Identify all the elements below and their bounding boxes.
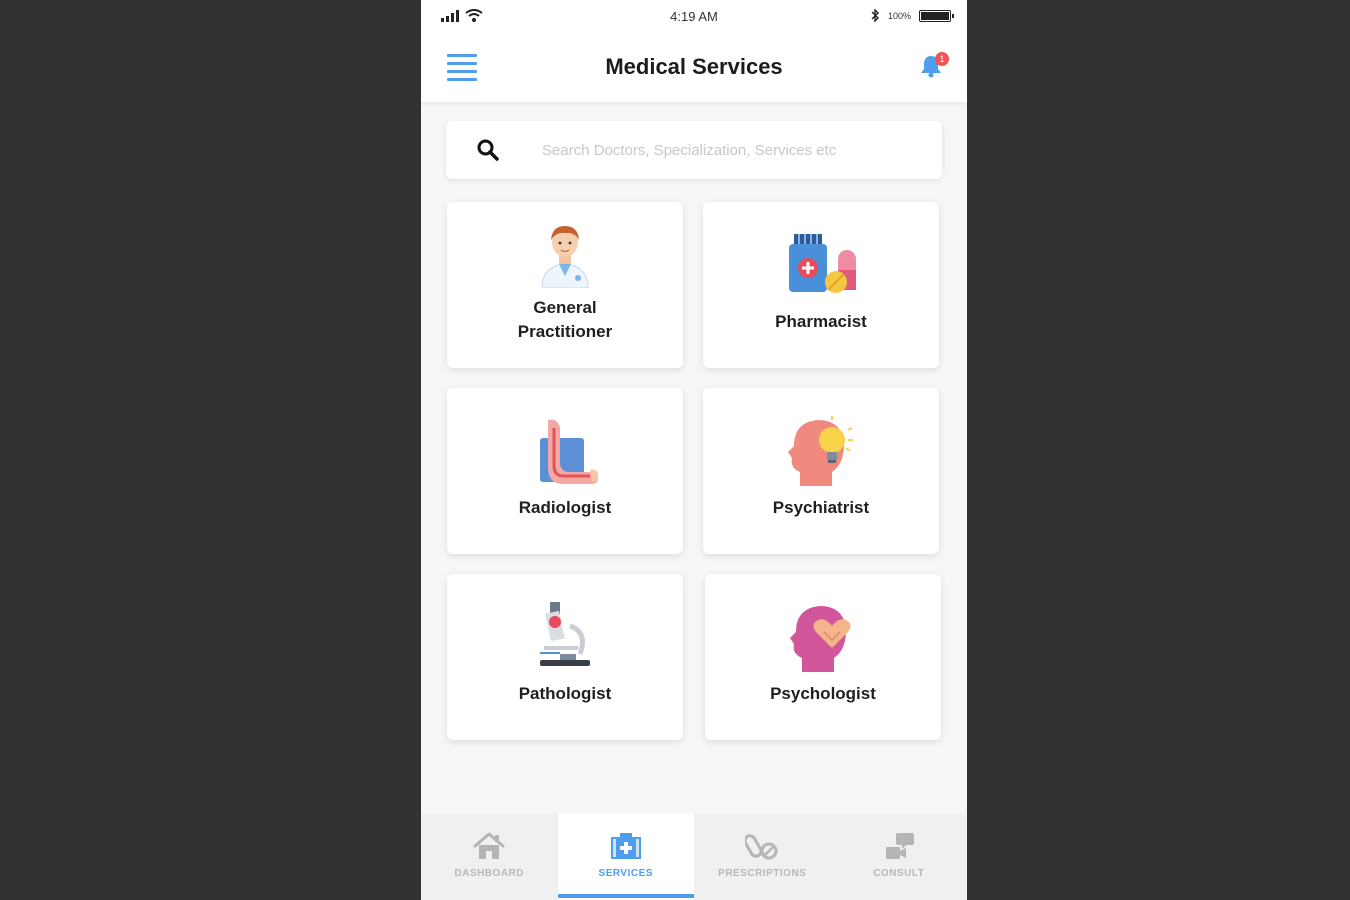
doctor-icon xyxy=(541,226,589,288)
service-card-pharmacist[interactable]: Pharmacist xyxy=(703,202,939,368)
nav-label: CONSULT xyxy=(873,868,925,879)
nav-label: DASHBOARD xyxy=(454,868,524,879)
battery-icon xyxy=(919,9,954,22)
nav-services[interactable]: SERVICES xyxy=(557,813,694,900)
home-icon xyxy=(473,832,505,859)
status-right: 100% xyxy=(871,9,954,22)
service-label: Radiologist xyxy=(518,498,612,517)
nav-label: SERVICES xyxy=(598,868,653,879)
service-label: Psychologist xyxy=(770,684,876,703)
service-label-line1: General xyxy=(533,298,597,317)
service-card-psychologist[interactable]: Psychologist xyxy=(705,574,941,740)
nav-label: PRESCRIPTIONS xyxy=(718,868,807,879)
battery-percent: 100% xyxy=(887,10,911,21)
consult-icon xyxy=(885,833,914,859)
service-label: Psychiatrist xyxy=(772,498,870,517)
medical-kit-icon xyxy=(610,833,641,859)
service-card-psychiatrist[interactable]: Psychiatrist xyxy=(703,388,939,554)
page-title: Medical Services xyxy=(605,54,783,79)
nav-dashboard[interactable]: DASHBOARD xyxy=(421,813,558,900)
medicine-icon xyxy=(789,234,856,293)
service-card-general-practitioner[interactable]: General Practitioner xyxy=(447,202,683,368)
microscope-icon xyxy=(540,602,590,666)
notification-badge: 1 xyxy=(935,52,949,66)
phone-screen: 4:19 AM 100% Medical Services 1 Search D… xyxy=(421,0,967,900)
search-icon xyxy=(477,139,499,161)
head-heart-icon xyxy=(790,606,851,672)
service-label: Pharmacist xyxy=(775,312,867,331)
service-label-line2: Practitioner xyxy=(517,322,613,341)
search-input[interactable] xyxy=(542,135,922,165)
bluetooth-icon xyxy=(871,9,879,22)
pills-icon xyxy=(745,834,778,860)
service-card-pathologist[interactable]: Pathologist xyxy=(447,574,683,740)
notification-bell[interactable]: 1 xyxy=(919,52,949,80)
app-header: Medical Services 1 xyxy=(421,34,967,102)
nav-prescriptions[interactable]: PRESCRIPTIONS xyxy=(694,813,831,900)
search-box xyxy=(446,121,942,179)
service-card-radiologist[interactable]: Radiologist xyxy=(447,388,683,554)
battery-fill xyxy=(921,11,949,20)
status-bar: 4:19 AM 100% xyxy=(421,0,967,34)
bottom-nav: DASHBOARD SERVICES PRESCRIPTIONS CONSULT xyxy=(421,813,967,900)
xray-arm-icon xyxy=(540,419,598,484)
nav-consult[interactable]: CONSULT xyxy=(831,813,968,900)
head-lightbulb-icon xyxy=(788,416,853,486)
service-label: Pathologist xyxy=(518,684,612,703)
